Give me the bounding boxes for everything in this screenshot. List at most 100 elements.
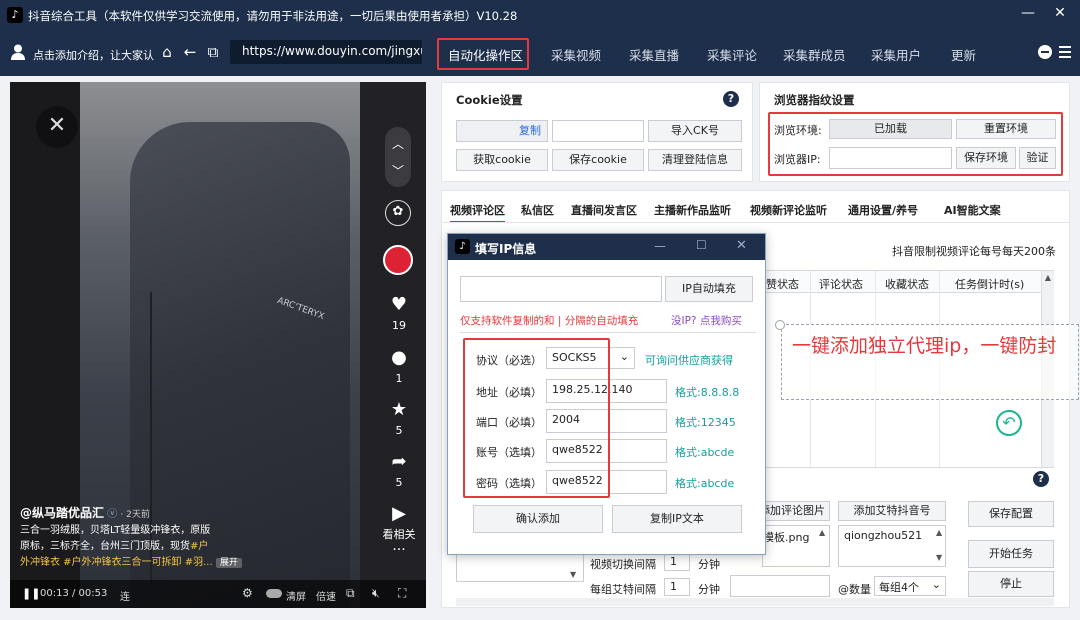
add-comment-image-label[interactable]: 添加评论图片 <box>763 502 825 520</box>
scroll-updown-control[interactable]: ︿ ﹀ <box>385 127 411 187</box>
template-file-item[interactable]: 模板.png <box>763 531 809 544</box>
fullscreen-icon[interactable]: ⛶ <box>398 586 406 601</box>
chevron-down-icon[interactable]: ⌄ <box>932 578 941 591</box>
nav-bar: 点击添加介绍，让大家认 ⌂ ← ⧉ https://www.douyin.com… <box>0 30 1080 76</box>
scroll-up-icon[interactable]: ▲ <box>1042 273 1054 282</box>
more-dots-icon[interactable]: ··· <box>382 542 416 558</box>
count-select[interactable]: 每组4个 ⌄ <box>874 576 946 596</box>
dialog-maximize-icon[interactable]: ☐ <box>696 238 707 252</box>
mention-item[interactable]: qiongzhou521 <box>844 529 922 542</box>
clear-screen-label[interactable]: 清屏 <box>286 588 306 603</box>
copy-link[interactable]: 复制 <box>519 121 541 141</box>
mention-scroll-up-icon[interactable]: ▲ <box>936 528 942 537</box>
minus-icon[interactable] <box>1038 45 1052 59</box>
tab-collect-comments[interactable]: 采集评论 <box>707 45 757 64</box>
comment-text-area[interactable] <box>456 552 584 582</box>
loop-toggle[interactable]: 连 <box>120 588 130 603</box>
user-icon[interactable] <box>11 44 25 60</box>
chevron-down-icon[interactable]: ⌄ <box>620 350 629 363</box>
stop-button[interactable]: 停止 <box>968 571 1054 597</box>
mention-interval-input[interactable]: 1 <box>664 578 690 596</box>
chevron-up-icon[interactable]: ︿ <box>385 135 411 152</box>
address-hint: 格式:8.8.8.8 <box>675 386 740 399</box>
url-bar[interactable]: https://www.douyin.com/jingxuan <box>230 40 422 64</box>
expand-button[interactable]: 展开 <box>215 558 242 568</box>
subtab-general-settings[interactable]: 通用设置/养号 <box>848 202 918 218</box>
reset-env-button[interactable]: 重置环境 <box>956 119 1056 139</box>
copy-icon[interactable]: ⧉ <box>204 43 222 61</box>
author-name[interactable]: @纵马踏优品汇 <box>20 506 104 520</box>
ip-auto-fill-button[interactable]: IP自动填充 <box>665 276 753 302</box>
tab-collect-group[interactable]: 采集群成员 <box>783 45 846 64</box>
save-env-button[interactable]: 保存环境 <box>956 147 1016 169</box>
close-button[interactable]: ✕ <box>1050 5 1070 21</box>
mute-icon[interactable]: 🔇︎ <box>372 586 380 601</box>
menu-icon[interactable] <box>1059 46 1071 58</box>
add-mention-button[interactable]: 添加艾特抖音号 <box>838 501 946 521</box>
pause-icon[interactable]: ❚❚ <box>22 587 40 600</box>
textarea-scroll-down-icon[interactable]: ▼ <box>570 570 576 579</box>
import-ck-button[interactable]: 导入CK号 <box>648 120 742 142</box>
verified-icon: ⓥ <box>107 509 118 520</box>
star-icon[interactable]: ★ <box>382 400 416 420</box>
close-video-icon[interactable]: ✕ <box>36 106 78 148</box>
browser-ip-input[interactable] <box>829 147 952 169</box>
confirm-add-button[interactable]: 确认添加 <box>473 505 603 533</box>
settings-gear-icon[interactable]: ⚙ <box>242 586 253 600</box>
verify-button[interactable]: 验证 <box>1019 147 1056 169</box>
subtab-video-comments[interactable]: 视频评论区 <box>450 202 505 223</box>
ip-fields-highlight <box>463 338 610 498</box>
user-intro-label[interactable]: 点击添加介绍，让大家认 <box>33 47 154 63</box>
mention-list[interactable]: qiongzhou521 <box>838 525 946 567</box>
list-scroll-up-icon[interactable]: ▲ <box>819 528 825 537</box>
save-cookie-button[interactable]: 保存cookie <box>552 149 644 171</box>
subtab-dm[interactable]: 私信区 <box>521 202 554 218</box>
refresh-icon[interactable]: ↶ <box>996 410 1022 436</box>
dialog-close-icon[interactable]: ✕ <box>736 238 747 253</box>
get-cookie-button[interactable]: 获取cookie <box>456 149 548 171</box>
help-icon[interactable]: ? <box>723 91 739 107</box>
copy-ip-text-button[interactable]: 复制IP文本 <box>612 505 742 533</box>
caption-hashtags[interactable]: 外冲锋衣 #户外冲锋衣三合一可拆卸 #羽... <box>20 557 213 568</box>
tab-collect-live[interactable]: 采集直播 <box>629 45 679 64</box>
cookie-input[interactable] <box>552 120 644 142</box>
save-config-button[interactable]: 保存配置 <box>968 501 1054 527</box>
pip-icon[interactable]: ⧉ <box>346 586 355 601</box>
clear-screen-toggle-icon[interactable] <box>266 589 282 598</box>
home-icon[interactable]: ⌂ <box>158 43 176 61</box>
subtab-ai-copy[interactable]: AI智能文案 <box>944 202 1001 218</box>
bottom-scrollbar[interactable] <box>456 598 1054 606</box>
start-task-button[interactable]: 开始任务 <box>968 540 1054 568</box>
ai-flower-icon[interactable]: ✿ <box>385 200 411 226</box>
see-related-label[interactable]: 看相关 <box>382 526 416 542</box>
caption-hashtag[interactable]: #户 <box>190 541 208 552</box>
subtab-live-chat[interactable]: 直播间发言区 <box>571 202 637 218</box>
author-avatar[interactable] <box>383 245 413 275</box>
subtab-anchor-monitor[interactable]: 主播新作品监听 <box>654 202 731 218</box>
speed-label[interactable]: 倍速 <box>316 588 336 603</box>
share-arrow-icon[interactable]: ➦ <box>382 452 416 472</box>
tab-collect-videos[interactable]: 采集视频 <box>551 45 601 64</box>
switch-interval-input[interactable]: 1 <box>664 553 690 571</box>
help-icon-2[interactable]: ? <box>1033 471 1049 487</box>
mention-scroll-down-icon[interactable]: ▼ <box>936 553 942 562</box>
clear-login-button[interactable]: 清理登陆信息 <box>648 149 742 171</box>
heart-icon[interactable]: ♥ <box>382 295 416 315</box>
chevron-down-icon[interactable]: ﹀ <box>385 162 411 179</box>
video-player[interactable]: ARC'TERYX ✕ ︿ ﹀ ✿ ♥ 19 ● 1 ★ 5 ➦ 5 ▶ 看相关… <box>10 82 426 608</box>
tab-collect-users[interactable]: 采集用户 <box>871 45 921 64</box>
back-arrow-icon[interactable]: ← <box>181 43 199 61</box>
dialog-minimize-icon[interactable]: — <box>654 239 666 253</box>
comment-icon[interactable]: ● <box>382 348 416 368</box>
minimize-button[interactable]: — <box>1018 5 1038 21</box>
tab-automation[interactable]: 自动化操作区 <box>448 45 523 64</box>
ip-paste-input[interactable] <box>460 276 662 302</box>
add-comment-image-button[interactable]: 添加评论图片 <box>762 501 830 521</box>
count-select-value[interactable]: 每组4个 <box>879 581 919 594</box>
bottom-field[interactable] <box>730 575 830 597</box>
tab-update[interactable]: 更新 <box>951 45 976 64</box>
cookie-account-field[interactable]: 复制 <box>456 120 548 142</box>
play-circle-icon[interactable]: ▶ <box>382 504 416 524</box>
subtab-comment-monitor[interactable]: 视频新评论监听 <box>750 202 827 218</box>
buy-ip-link[interactable]: 没IP? 点我购买 <box>671 313 742 328</box>
